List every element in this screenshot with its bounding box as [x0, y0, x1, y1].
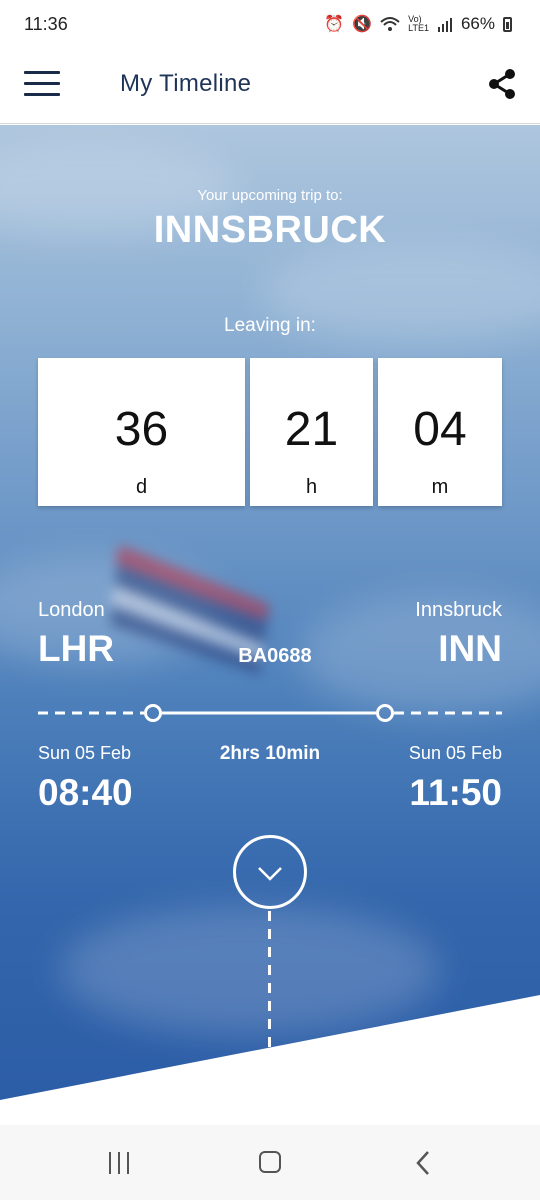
- arrival-time: 11:50: [409, 772, 502, 813]
- route-line: [38, 704, 502, 722]
- status-icons: ⏰ 🔇 Vo) LTE1 66%: [324, 14, 512, 34]
- signal-icon: [437, 17, 452, 32]
- countdown-hours: 21 h: [250, 358, 373, 506]
- countdown-label: Leaving in:: [224, 315, 316, 336]
- system-nav-bar: [0, 1125, 540, 1200]
- countdown-days: 36 d: [38, 358, 245, 506]
- countdown-days-unit: d: [135, 476, 148, 498]
- countdown-minutes-unit: m: [431, 476, 449, 498]
- trip-label: Your upcoming trip to:: [197, 187, 343, 204]
- departure-city: London: [38, 599, 105, 621]
- alarm-icon: ⏰: [324, 16, 345, 33]
- page-title: My Timeline: [120, 70, 252, 97]
- chevron-down-icon: [258, 867, 282, 881]
- departure-time: 08:40: [38, 772, 133, 813]
- status-bar: 11:36 ⏰ 🔇 Vo) LTE1 66%: [0, 0, 540, 52]
- trip-destination: INNSBRUCK: [153, 209, 387, 251]
- share-icon[interactable]: [484, 66, 520, 102]
- app-header: My Timeline: [0, 52, 540, 124]
- hamburger-icon[interactable]: [24, 69, 62, 99]
- status-time: 11:36: [24, 14, 68, 34]
- arrival-city: Innsbruck: [415, 599, 502, 621]
- expand-timeline-button[interactable]: [233, 835, 307, 909]
- home-icon[interactable]: [259, 1151, 281, 1173]
- mute-icon: 🔇: [352, 16, 373, 33]
- volte-icon: Vo) LTE1: [408, 14, 429, 33]
- back-icon[interactable]: [412, 1150, 434, 1176]
- battery-text: 66%: [460, 14, 495, 33]
- countdown-days-value: 36: [114, 403, 169, 456]
- flight-number: BA0688: [238, 645, 312, 667]
- wifi-icon: [380, 17, 400, 31]
- flight-duration: 2hrs 10min: [219, 743, 321, 764]
- timeline-connector: [268, 911, 271, 1125]
- trip-hero: Your upcoming trip to: INNSBRUCK Leaving…: [0, 125, 540, 1125]
- recent-apps-icon[interactable]: [106, 1152, 134, 1174]
- battery-icon: [503, 16, 512, 32]
- countdown-minutes-value: 04: [413, 403, 467, 456]
- countdown-hours-value: 21: [284, 403, 339, 456]
- countdown-minutes: 04 m: [378, 358, 502, 506]
- countdown-hours-unit: h: [305, 476, 318, 498]
